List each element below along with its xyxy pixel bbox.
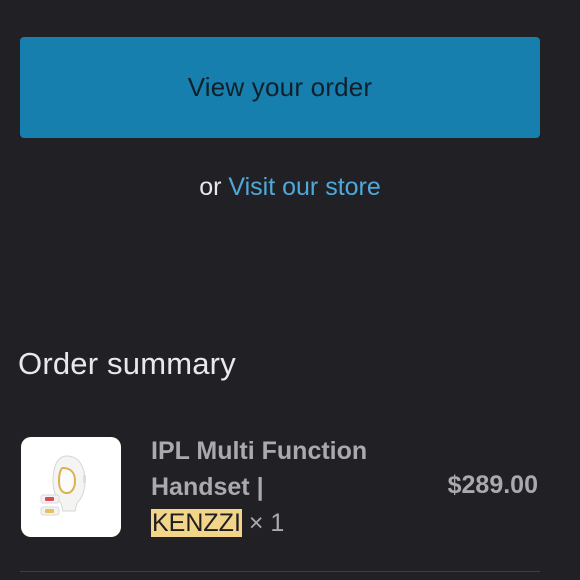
- visit-store-prefix: or: [199, 173, 229, 201]
- ipl-handset-icon: [40, 455, 86, 516]
- product-name-line1: IPL Multi Function: [151, 437, 368, 465]
- product-thumbnail: [21, 437, 121, 537]
- visit-store-link[interactable]: Visit our store: [228, 173, 380, 201]
- view-order-button[interactable]: View your order: [20, 37, 540, 138]
- product-name-line2: Handset |: [151, 473, 264, 501]
- product-name-line3: KENZZI × 1: [151, 505, 411, 541]
- visit-store-line: or Visit our store: [0, 173, 580, 202]
- divider: [20, 571, 540, 572]
- view-order-label: View your order: [187, 72, 373, 102]
- product-name: IPL Multi Function Handset | KENZZI × 1: [151, 433, 411, 541]
- product-quantity: × 1: [248, 509, 285, 537]
- product-price: $289.00: [447, 471, 538, 499]
- brand-highlight: KENZZI: [151, 509, 242, 537]
- order-summary-title: Order summary: [18, 346, 236, 381]
